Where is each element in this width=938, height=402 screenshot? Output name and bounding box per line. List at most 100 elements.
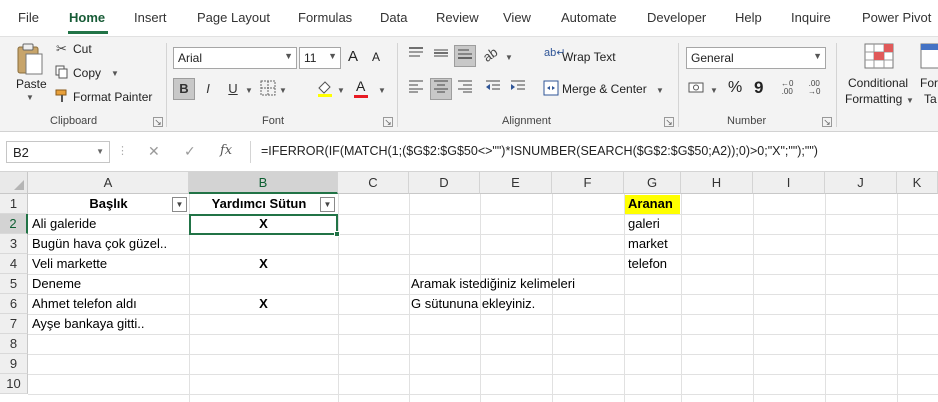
underline-button[interactable]: U	[222, 78, 244, 100]
borders-icon[interactable]	[260, 80, 276, 99]
conditional-formatting-label-2[interactable]: Formatting	[845, 92, 902, 106]
tab-inquire[interactable]: Inquire	[791, 10, 831, 25]
column-header-j[interactable]: J	[825, 172, 897, 194]
comma-style-button[interactable]: 9	[754, 78, 763, 98]
column-header-g[interactable]: G	[624, 172, 681, 194]
cancel-icon[interactable]: ✕	[148, 143, 160, 160]
tab-review[interactable]: Review	[436, 10, 479, 25]
column-header-c[interactable]: C	[338, 172, 409, 194]
tab-page-layout[interactable]: Page Layout	[197, 10, 270, 25]
orientation-icon[interactable]: ab	[480, 44, 500, 65]
format-as-table-icon[interactable]	[920, 43, 938, 72]
format-painter-button[interactable]: Format Painter	[73, 90, 152, 104]
tab-home[interactable]: Home	[69, 10, 105, 25]
row-header-1[interactable]: 1	[0, 194, 28, 214]
copy-icon[interactable]	[55, 65, 69, 82]
increase-indent-icon[interactable]	[507, 78, 529, 100]
format-as-table-label-2[interactable]: Ta	[924, 92, 937, 106]
clipboard-launcher-icon[interactable]: ↘	[153, 117, 163, 127]
fill-color-icon[interactable]	[316, 80, 334, 101]
row-header-4[interactable]: 4	[0, 254, 28, 274]
paste-icon[interactable]	[14, 41, 46, 77]
align-right-icon[interactable]	[454, 78, 476, 100]
number-launcher-icon[interactable]: ↘	[822, 117, 832, 127]
percent-style-button[interactable]: %	[728, 79, 742, 97]
shrink-font-button[interactable]: A	[372, 50, 380, 64]
column-header-k[interactable]: K	[897, 172, 938, 194]
enter-icon[interactable]: ✓	[184, 143, 196, 160]
font-name-select[interactable]: Arial ▼	[173, 47, 297, 69]
insert-function-button[interactable]: fx	[220, 143, 232, 158]
cell-a6[interactable]: Ahmet telefon aldı	[32, 294, 189, 314]
row-header-8[interactable]: 8	[0, 334, 28, 354]
align-left-icon[interactable]	[405, 78, 427, 100]
merge-center-button[interactable]: Merge & Center	[562, 82, 647, 96]
column-header-i[interactable]: I	[753, 172, 825, 194]
paste-button[interactable]: Paste	[16, 77, 47, 91]
cell-a2[interactable]: Ali galeride	[32, 214, 189, 234]
cell-a3[interactable]: Bugün hava çok güzel..	[32, 234, 189, 254]
tab-file[interactable]: File	[18, 10, 39, 25]
cell-g4[interactable]: telefon	[628, 254, 680, 274]
tab-data[interactable]: Data	[380, 10, 407, 25]
filter-dropdown-icon[interactable]: ▼	[320, 197, 335, 212]
cell-b4[interactable]: X	[189, 254, 338, 274]
paste-dropdown-icon[interactable]: ▼	[26, 93, 34, 102]
cell-a5[interactable]: Deneme	[32, 274, 189, 294]
tab-insert[interactable]: Insert	[134, 10, 167, 25]
number-format-select[interactable]: General ▼	[686, 47, 826, 69]
merge-center-dropdown-icon[interactable]: ▼	[656, 86, 664, 95]
tab-power-pivot[interactable]: Power Pivot	[862, 10, 931, 25]
accounting-format-icon[interactable]	[688, 80, 706, 99]
copy-dropdown-icon[interactable]: ▼	[111, 69, 119, 78]
column-header-e[interactable]: E	[480, 172, 552, 194]
cell-d6[interactable]: G sütununa ekleyiniz.	[411, 294, 626, 314]
formula-input[interactable]: =IFERROR(IF(MATCH(1;($G$2:$G$50<>"")*ISN…	[250, 141, 938, 163]
tab-formulas[interactable]: Formulas	[298, 10, 352, 25]
borders-dropdown-icon[interactable]: ▼	[279, 86, 287, 95]
cut-icon[interactable]: ✂	[56, 41, 67, 57]
grow-font-button[interactable]: A	[348, 48, 358, 65]
column-header-b[interactable]: B	[189, 172, 338, 194]
column-header-d[interactable]: D	[409, 172, 480, 194]
format-as-table-button[interactable]: For	[920, 76, 938, 90]
conditional-formatting-icon[interactable]	[864, 43, 894, 72]
italic-button[interactable]: I	[197, 78, 219, 100]
cell-g2[interactable]: galeri	[628, 214, 680, 234]
tab-view[interactable]: View	[503, 10, 531, 25]
column-header-f[interactable]: F	[552, 172, 624, 194]
wrap-text-button[interactable]: Wrap Text	[562, 50, 616, 64]
alignment-launcher-icon[interactable]: ↘	[664, 117, 674, 127]
row-header-6[interactable]: 6	[0, 294, 28, 314]
cell-g3[interactable]: market	[628, 234, 680, 254]
accounting-dropdown-icon[interactable]: ▼	[710, 86, 718, 95]
decrease-decimal-icon[interactable]: .00 →0	[808, 80, 820, 96]
fill-color-dropdown-icon[interactable]: ▼	[337, 86, 345, 95]
row-header-9[interactable]: 9	[0, 354, 28, 374]
fill-handle[interactable]	[334, 231, 340, 237]
filter-dropdown-icon[interactable]: ▼	[172, 197, 187, 212]
underline-dropdown-icon[interactable]: ▼	[245, 86, 253, 95]
conditional-formatting-dropdown-icon[interactable]: ▼	[906, 96, 914, 105]
cell-a7[interactable]: Ayşe bankaya gitti..	[32, 314, 189, 334]
tab-help[interactable]: Help	[735, 10, 762, 25]
cut-button[interactable]: Cut	[73, 42, 92, 56]
font-color-button[interactable]: A	[356, 78, 365, 94]
align-top-icon[interactable]	[405, 45, 427, 67]
name-box[interactable]: B2 ▼	[6, 141, 110, 163]
column-header-a[interactable]: A	[28, 172, 189, 194]
align-middle-icon[interactable]	[430, 45, 452, 67]
row-header-5[interactable]: 5	[0, 274, 28, 294]
tab-automate[interactable]: Automate	[561, 10, 617, 25]
row-header-7[interactable]: 7	[0, 314, 28, 334]
format-painter-icon[interactable]	[55, 89, 69, 106]
cell-b6[interactable]: X	[189, 294, 338, 314]
align-center-icon[interactable]	[430, 78, 452, 100]
copy-button[interactable]: Copy	[73, 66, 101, 80]
tab-developer[interactable]: Developer	[647, 10, 706, 25]
row-header-3[interactable]: 3	[0, 234, 28, 254]
cell-g1[interactable]: Aranan	[628, 194, 680, 214]
decrease-indent-icon[interactable]	[482, 78, 504, 100]
font-launcher-icon[interactable]: ↘	[383, 117, 393, 127]
cell-b1[interactable]: Yardımcı Sütun	[189, 194, 329, 214]
